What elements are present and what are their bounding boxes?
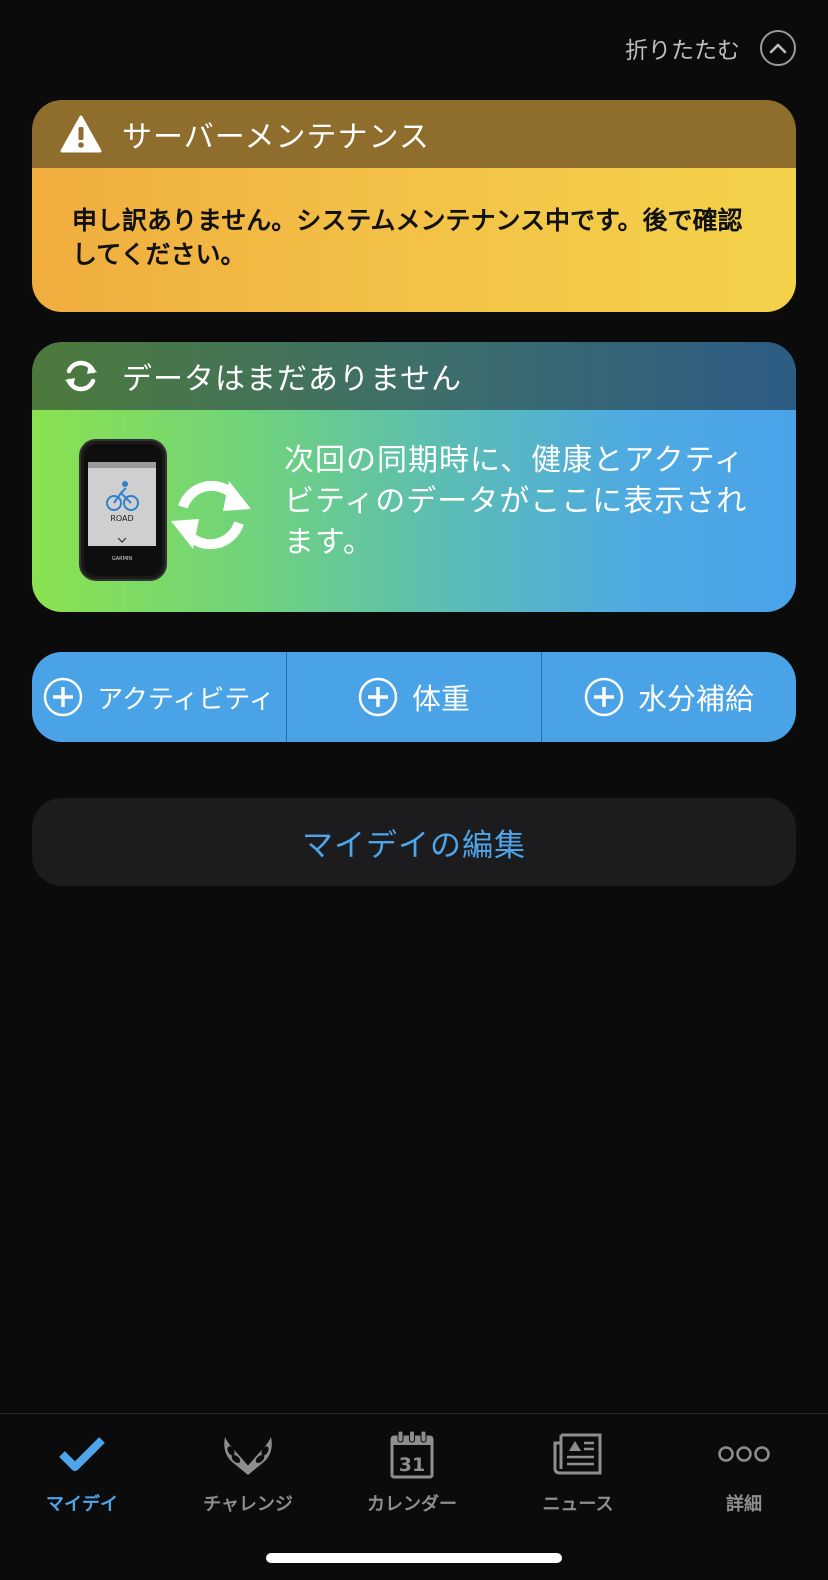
edit-my-day-label: マイデイの編集 (302, 827, 526, 864)
add-weight-label: 体重 (411, 682, 470, 716)
maintenance-message: 申し訳ありません。システムメンテナンス中です。後で確認してください。 (72, 206, 743, 269)
no-data-card[interactable]: データはまだありません ROAD GARMIN 次回の同期時に、健康とアクティビ… (32, 342, 796, 612)
add-hydration-label: 水分補給 (637, 682, 754, 716)
tab-label: チャレンジ (203, 1494, 293, 1515)
add-weight-button[interactable]: 体重 (286, 652, 541, 742)
device-illustration: ROAD GARMIN (76, 438, 276, 588)
quick-add-bar: アクティビティ 体重 水分補給 (32, 652, 796, 742)
no-data-header: データはまだありません (32, 342, 796, 410)
no-data-title: データはまだありません (122, 362, 463, 397)
maintenance-title: サーバーメンテナンス (122, 120, 430, 155)
tab-news[interactable]: ニュース (513, 1428, 643, 1528)
chevron-up-icon[interactable] (760, 30, 796, 66)
add-hydration-button[interactable]: 水分補給 (541, 652, 796, 742)
no-data-body: ROAD GARMIN 次回の同期時に、健康とアクティビティのデータがここに表示… (32, 410, 796, 612)
home-indicator[interactable] (266, 1553, 562, 1563)
checkmark-icon (52, 1428, 112, 1480)
plus-circle-icon (43, 677, 83, 717)
tab-more[interactable]: 詳細 (679, 1428, 809, 1528)
tab-label: マイデイ (46, 1494, 118, 1515)
newspaper-icon (548, 1428, 608, 1480)
plus-circle-icon (584, 677, 624, 717)
maintenance-body: 申し訳ありません。システムメンテナンス中です。後で確認してください。 (32, 168, 796, 312)
tab-my-day[interactable]: マイデイ (17, 1428, 147, 1528)
device-screen-label: ROAD (110, 514, 133, 523)
collapse-toggle[interactable]: 折りたたむ (625, 30, 796, 66)
plus-circle-icon (358, 677, 398, 717)
warning-icon (60, 113, 102, 155)
add-activity-button[interactable]: アクティビティ (32, 652, 286, 742)
sync-icon (60, 355, 102, 397)
tab-label: 詳細 (726, 1494, 762, 1515)
maintenance-card: サーバーメンテナンス 申し訳ありません。システムメンテナンス中です。後で確認して… (32, 100, 796, 312)
tab-label: ニュース (542, 1494, 614, 1515)
add-activity-label: アクティビティ (97, 684, 275, 715)
tab-label: カレンダー (367, 1494, 457, 1515)
maintenance-header: サーバーメンテナンス (32, 100, 796, 168)
edit-my-day-button[interactable]: マイデイの編集 (32, 798, 796, 886)
no-data-description: 次回の同期時に、健康とアクティビティのデータがここに表示されます。 (284, 443, 748, 560)
tab-calendar[interactable]: 31 カレンダー (347, 1428, 477, 1528)
device-brand: GARMIN (112, 556, 133, 562)
laurel-icon (218, 1428, 278, 1480)
calendar-day: 31 (399, 1454, 425, 1476)
collapse-label: 折りたたむ (625, 38, 740, 64)
calendar-icon: 31 (382, 1428, 442, 1480)
more-dots-icon (714, 1428, 774, 1480)
tab-challenges[interactable]: チャレンジ (183, 1428, 313, 1528)
